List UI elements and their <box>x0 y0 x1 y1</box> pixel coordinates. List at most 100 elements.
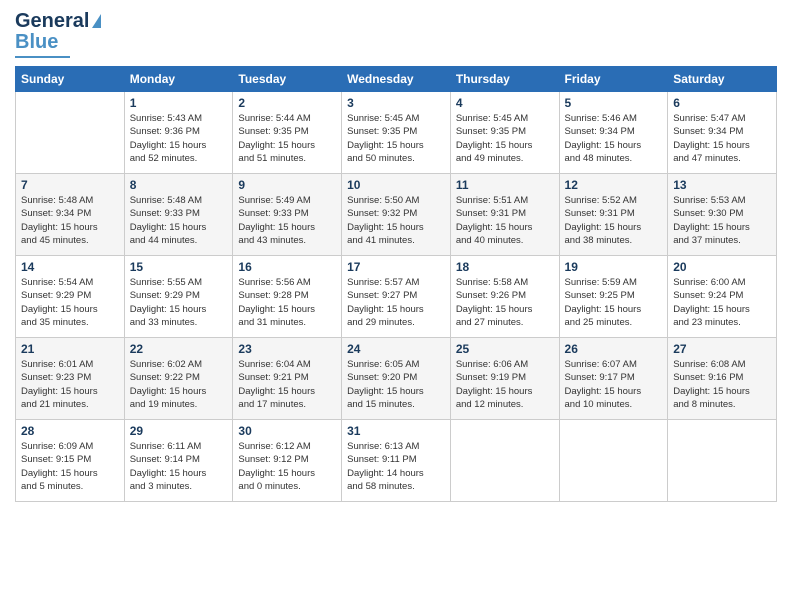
day-info: Sunrise: 6:02 AM Sunset: 9:22 PM Dayligh… <box>130 358 228 411</box>
day-number: 11 <box>456 178 554 192</box>
day-cell: 16 Sunrise: 5:56 AM Sunset: 9:28 PM Dayli… <box>233 256 342 338</box>
logo-triangle-icon <box>92 14 101 28</box>
day-info: Sunrise: 6:12 AM Sunset: 9:12 PM Dayligh… <box>238 440 336 493</box>
day-info: Sunrise: 5:47 AM Sunset: 9:34 PM Dayligh… <box>673 112 771 165</box>
day-info: Sunrise: 5:46 AM Sunset: 9:34 PM Dayligh… <box>565 112 663 165</box>
day-info: Sunrise: 5:57 AM Sunset: 9:27 PM Dayligh… <box>347 276 445 329</box>
calendar-table: SundayMondayTuesdayWednesdayThursdayFrid… <box>15 66 777 502</box>
day-info: Sunrise: 5:43 AM Sunset: 9:36 PM Dayligh… <box>130 112 228 165</box>
day-info: Sunrise: 5:51 AM Sunset: 9:31 PM Dayligh… <box>456 194 554 247</box>
day-number: 17 <box>347 260 445 274</box>
day-cell: 18 Sunrise: 5:58 AM Sunset: 9:26 PM Dayli… <box>450 256 559 338</box>
day-info: Sunrise: 5:50 AM Sunset: 9:32 PM Dayligh… <box>347 194 445 247</box>
day-info: Sunrise: 5:48 AM Sunset: 9:34 PM Dayligh… <box>21 194 119 247</box>
day-number: 20 <box>673 260 771 274</box>
day-info: Sunrise: 5:58 AM Sunset: 9:26 PM Dayligh… <box>456 276 554 329</box>
day-info: Sunrise: 5:59 AM Sunset: 9:25 PM Dayligh… <box>565 276 663 329</box>
day-cell: 13 Sunrise: 5:53 AM Sunset: 9:30 PM Dayli… <box>668 174 777 256</box>
day-number: 10 <box>347 178 445 192</box>
day-cell: 12Sunrise: 5:52 AM Sunset: 9:31 PM Dayli… <box>559 174 668 256</box>
day-info: Sunrise: 6:08 AM Sunset: 9:16 PM Dayligh… <box>673 358 771 411</box>
day-info: Sunrise: 6:01 AM Sunset: 9:23 PM Dayligh… <box>21 358 119 411</box>
col-header-friday: Friday <box>559 67 668 92</box>
logo-underline <box>15 56 70 58</box>
day-cell: 4 Sunrise: 5:45 AM Sunset: 9:35 PM Daylig… <box>450 92 559 174</box>
day-info: Sunrise: 5:45 AM Sunset: 9:35 PM Dayligh… <box>456 112 554 165</box>
day-info: Sunrise: 6:06 AM Sunset: 9:19 PM Dayligh… <box>456 358 554 411</box>
day-info: Sunrise: 5:44 AM Sunset: 9:35 PM Dayligh… <box>238 112 336 165</box>
header: General Blue <box>15 10 777 58</box>
day-number: 2 <box>238 96 336 110</box>
day-cell: 24 Sunrise: 6:05 AM Sunset: 9:20 PM Dayli… <box>342 338 451 420</box>
day-cell: 5 Sunrise: 5:46 AM Sunset: 9:34 PM Daylig… <box>559 92 668 174</box>
day-cell: 20Sunrise: 6:00 AM Sunset: 9:24 PM Dayli… <box>668 256 777 338</box>
day-cell: 2 Sunrise: 5:44 AM Sunset: 9:35 PM Daylig… <box>233 92 342 174</box>
day-number: 14 <box>21 260 119 274</box>
day-number: 9 <box>238 178 336 192</box>
day-number: 12 <box>565 178 663 192</box>
day-info: Sunrise: 6:05 AM Sunset: 9:20 PM Dayligh… <box>347 358 445 411</box>
col-header-tuesday: Tuesday <box>233 67 342 92</box>
logo-general: General <box>15 10 89 33</box>
week-row-4: 21Sunrise: 6:01 AM Sunset: 9:23 PM Dayli… <box>16 338 777 420</box>
day-cell <box>559 420 668 502</box>
day-info: Sunrise: 5:53 AM Sunset: 9:30 PM Dayligh… <box>673 194 771 247</box>
page: General Blue SundayMondayTuesdayWednesda… <box>0 0 792 612</box>
day-cell: 25 Sunrise: 6:06 AM Sunset: 9:19 PM Dayli… <box>450 338 559 420</box>
day-number: 18 <box>456 260 554 274</box>
day-cell <box>668 420 777 502</box>
day-number: 22 <box>130 342 228 356</box>
day-number: 7 <box>21 178 119 192</box>
day-cell: 29 Sunrise: 6:11 AM Sunset: 9:14 PM Dayli… <box>124 420 233 502</box>
day-cell: 14 Sunrise: 5:54 AM Sunset: 9:29 PM Dayli… <box>16 256 125 338</box>
col-header-sunday: Sunday <box>16 67 125 92</box>
day-info: Sunrise: 6:11 AM Sunset: 9:14 PM Dayligh… <box>130 440 228 493</box>
day-number: 19 <box>565 260 663 274</box>
day-number: 24 <box>347 342 445 356</box>
day-number: 5 <box>565 96 663 110</box>
logo: General Blue <box>15 10 101 58</box>
day-number: 27 <box>673 342 771 356</box>
day-cell <box>450 420 559 502</box>
col-header-monday: Monday <box>124 67 233 92</box>
day-number: 4 <box>456 96 554 110</box>
day-number: 16 <box>238 260 336 274</box>
day-number: 31 <box>347 424 445 438</box>
day-cell: 22 Sunrise: 6:02 AM Sunset: 9:22 PM Dayli… <box>124 338 233 420</box>
day-number: 3 <box>347 96 445 110</box>
day-cell: 31Sunrise: 6:13 AM Sunset: 9:11 PM Dayli… <box>342 420 451 502</box>
col-header-saturday: Saturday <box>668 67 777 92</box>
day-cell: 10 Sunrise: 5:50 AM Sunset: 9:32 PM Dayli… <box>342 174 451 256</box>
day-cell: 6 Sunrise: 5:47 AM Sunset: 9:34 PM Daylig… <box>668 92 777 174</box>
day-number: 13 <box>673 178 771 192</box>
day-number: 15 <box>130 260 228 274</box>
day-number: 23 <box>238 342 336 356</box>
day-info: Sunrise: 5:54 AM Sunset: 9:29 PM Dayligh… <box>21 276 119 329</box>
day-info: Sunrise: 6:07 AM Sunset: 9:17 PM Dayligh… <box>565 358 663 411</box>
day-number: 29 <box>130 424 228 438</box>
day-info: Sunrise: 5:45 AM Sunset: 9:35 PM Dayligh… <box>347 112 445 165</box>
day-info: Sunrise: 5:49 AM Sunset: 9:33 PM Dayligh… <box>238 194 336 247</box>
day-cell: 7 Sunrise: 5:48 AM Sunset: 9:34 PM Daylig… <box>16 174 125 256</box>
day-info: Sunrise: 6:04 AM Sunset: 9:21 PM Dayligh… <box>238 358 336 411</box>
day-number: 6 <box>673 96 771 110</box>
day-number: 25 <box>456 342 554 356</box>
day-cell: 17 Sunrise: 5:57 AM Sunset: 9:27 PM Dayli… <box>342 256 451 338</box>
day-info: Sunrise: 5:56 AM Sunset: 9:28 PM Dayligh… <box>238 276 336 329</box>
day-cell: 26 Sunrise: 6:07 AM Sunset: 9:17 PM Dayli… <box>559 338 668 420</box>
day-number: 1 <box>130 96 228 110</box>
header-row: SundayMondayTuesdayWednesdayThursdayFrid… <box>16 67 777 92</box>
week-row-5: 28Sunrise: 6:09 AM Sunset: 9:15 PM Dayli… <box>16 420 777 502</box>
week-row-1: 1 Sunrise: 5:43 AM Sunset: 9:36 PM Daylig… <box>16 92 777 174</box>
col-header-thursday: Thursday <box>450 67 559 92</box>
day-cell: 30Sunrise: 6:12 AM Sunset: 9:12 PM Dayli… <box>233 420 342 502</box>
day-number: 26 <box>565 342 663 356</box>
day-cell: 19 Sunrise: 5:59 AM Sunset: 9:25 PM Dayli… <box>559 256 668 338</box>
day-cell: 9 Sunrise: 5:49 AM Sunset: 9:33 PM Daylig… <box>233 174 342 256</box>
day-info: Sunrise: 5:55 AM Sunset: 9:29 PM Dayligh… <box>130 276 228 329</box>
day-cell: 8Sunrise: 5:48 AM Sunset: 9:33 PM Daylig… <box>124 174 233 256</box>
day-info: Sunrise: 6:09 AM Sunset: 9:15 PM Dayligh… <box>21 440 119 493</box>
day-cell <box>16 92 125 174</box>
week-row-2: 7 Sunrise: 5:48 AM Sunset: 9:34 PM Daylig… <box>16 174 777 256</box>
day-cell: 3 Sunrise: 5:45 AM Sunset: 9:35 PM Daylig… <box>342 92 451 174</box>
